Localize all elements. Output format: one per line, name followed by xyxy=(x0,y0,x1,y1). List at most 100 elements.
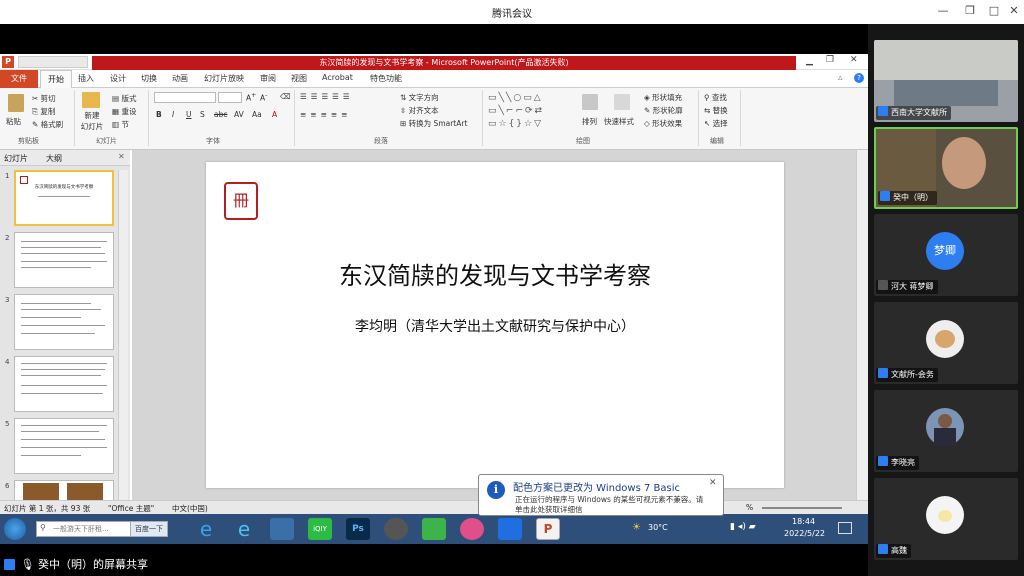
zoom-slider[interactable] xyxy=(762,507,842,509)
slide-thumbnail-3[interactable] xyxy=(14,294,114,350)
help-icon[interactable]: ? xyxy=(854,73,864,83)
app-icon[interactable] xyxy=(460,518,484,540)
shrink-font-icon[interactable]: A- xyxy=(260,92,267,103)
shadow-icon[interactable]: S xyxy=(200,110,205,119)
thumb-title: 东汉简牍的发现与文书学考察 xyxy=(34,185,94,190)
grow-font-icon[interactable]: A+ xyxy=(246,92,256,103)
start-button[interactable] xyxy=(4,518,26,540)
new-slide-button[interactable]: 新建 幻灯片 xyxy=(78,110,106,132)
smartart-button[interactable]: ⊞ 转换为 SmartArt xyxy=(400,118,467,129)
tab-animations[interactable]: 动画 xyxy=(172,73,188,84)
tab-view[interactable]: 视图 xyxy=(291,73,307,84)
char-spacing-icon[interactable]: AV xyxy=(234,110,244,119)
slide-thumbnail-4[interactable] xyxy=(14,356,114,412)
align-text-button[interactable]: ⇳ 对齐文本 xyxy=(400,105,439,116)
close-button[interactable]: ✕ xyxy=(1006,4,1022,17)
tray-icons[interactable]: ▮ ◂) ▰ xyxy=(730,522,756,532)
tab-insert[interactable]: 插入 xyxy=(78,73,94,84)
tab-design[interactable]: 设计 xyxy=(110,73,126,84)
find-button[interactable]: ⚲ 查找 xyxy=(704,92,727,103)
text-direction-button[interactable]: ⇅ 文字方向 xyxy=(400,92,439,103)
tab-outline[interactable]: 大纲 xyxy=(46,153,62,164)
tab-features[interactable]: 特色功能 xyxy=(370,73,402,84)
reset-button[interactable]: ▦ 重设 xyxy=(112,106,136,117)
slide-thumbnail-2[interactable] xyxy=(14,232,114,288)
thumbnail-scrollbar[interactable] xyxy=(118,170,128,500)
quick-styles-icon[interactable] xyxy=(614,94,630,110)
replace-button[interactable]: ⇆ 替换 xyxy=(704,105,728,116)
participant-tile[interactable]: 李晓亮 xyxy=(874,390,1018,472)
slide-thumbnail-1[interactable]: 东汉简牍的发现与文书学考察 xyxy=(14,170,114,226)
tab-file[interactable]: 文件 xyxy=(0,70,38,88)
italic-icon[interactable]: I xyxy=(172,110,174,119)
photoshop-icon[interactable]: Ps xyxy=(346,518,370,540)
restore-button[interactable]: ❐ xyxy=(962,4,978,17)
player-icon[interactable] xyxy=(422,518,446,540)
tab-transitions[interactable]: 切换 xyxy=(141,73,157,84)
notification-balloon[interactable]: i 配色方案已更改为 Windows 7 Basic ✕ 正在运行的程序与 Wi… xyxy=(478,474,724,516)
strikethrough-icon[interactable]: abc xyxy=(214,110,227,119)
close-panel-icon[interactable]: ✕ xyxy=(118,152,125,161)
participant-tile[interactable]: 梦卿 河大 蒋梦卿 xyxy=(874,214,1018,296)
quick-styles-button[interactable]: 快速样式 xyxy=(604,116,634,127)
participant-tile[interactable]: 西南大学文献所 xyxy=(874,40,1018,122)
media-player-icon[interactable] xyxy=(384,518,408,540)
paste-button[interactable]: 粘贴 xyxy=(6,116,21,127)
list-buttons-icon[interactable]: ☰☰☰☰☰ xyxy=(300,92,354,101)
shape-fill-button[interactable]: ◈ 形状填充 xyxy=(644,92,682,103)
format-painter-button[interactable]: ✎ 格式刷 xyxy=(32,119,63,130)
participant-label: 癸中（明） xyxy=(878,191,937,205)
arrange-icon[interactable] xyxy=(582,94,598,110)
video-speaker-face xyxy=(942,137,986,189)
browser-icon[interactable]: e xyxy=(232,518,256,540)
underline-icon[interactable]: U xyxy=(186,110,192,119)
copy-button[interactable]: ⎘ 复制 xyxy=(32,106,55,117)
shape-outline-button[interactable]: ✎ 形状轮廓 xyxy=(644,105,683,116)
tab-slides[interactable]: 幻灯片 xyxy=(4,153,28,164)
current-slide[interactable]: 冊 东汉简牍的发现与文书学考察 李均明（清华大学出土文献研究与保护中心） xyxy=(206,162,784,488)
participant-tile[interactable]: 文献所-会务 xyxy=(874,302,1018,384)
section-button[interactable]: ▥ 节 xyxy=(112,119,129,130)
paste-icon[interactable] xyxy=(8,94,24,112)
minimize-button[interactable]: — xyxy=(935,4,951,17)
iqiyi-icon[interactable]: iQIY xyxy=(308,518,332,540)
arrange-button[interactable]: 排列 xyxy=(582,116,597,127)
font-size-select[interactable] xyxy=(218,92,242,103)
shapes-gallery[interactable]: ▭╲╲○▭△ ▭╲⌐⌐⟳⇄ ▭☆{}☆▽ xyxy=(488,92,578,132)
tab-review[interactable]: 审阅 xyxy=(260,73,276,84)
font-name-select[interactable] xyxy=(154,92,216,103)
participant-tile[interactable]: 高魏 xyxy=(874,478,1018,560)
select-button[interactable]: ↖ 选择 xyxy=(704,118,728,129)
search-button[interactable]: 百度一下 xyxy=(130,521,168,537)
pen-icon: ✎ xyxy=(644,106,653,115)
cut-button[interactable]: ✂ 剪切 xyxy=(32,93,56,104)
ie-icon[interactable]: e xyxy=(194,518,218,540)
bold-icon[interactable]: B xyxy=(156,110,162,119)
ppt-restore-icon[interactable]: ❐ xyxy=(826,55,834,65)
maximize-button[interactable]: □ xyxy=(986,4,1002,17)
explorer-icon[interactable] xyxy=(270,518,294,540)
notification-icon[interactable] xyxy=(838,522,852,534)
slide-thumbnail-5[interactable] xyxy=(14,418,114,474)
align-buttons-icon[interactable]: ≡≡≡≡≡ xyxy=(300,110,351,119)
ppt-close-icon[interactable]: ✕ xyxy=(850,55,858,65)
change-case-icon[interactable]: Aa xyxy=(252,110,262,119)
tencent-meeting-icon[interactable] xyxy=(498,518,522,540)
balloon-close-icon[interactable]: ✕ xyxy=(709,478,717,488)
tab-acrobat[interactable]: Acrobat xyxy=(322,73,353,82)
tab-home[interactable]: 开始 xyxy=(40,70,72,88)
participant-tile-speaking[interactable]: 癸中（明） xyxy=(874,127,1018,209)
shape-effects-button[interactable]: ◇ 形状效果 xyxy=(644,118,682,129)
layout-label: 版式 xyxy=(121,94,137,103)
tab-slideshow[interactable]: 幻灯片放映 xyxy=(204,73,244,84)
group-editing-label: 编辑 xyxy=(710,137,724,145)
font-color-icon[interactable]: A xyxy=(272,110,277,119)
powerpoint-taskbar-icon[interactable]: P xyxy=(536,518,560,540)
layout-button[interactable]: ▤ 版式 xyxy=(112,93,136,104)
ppt-minimize-icon[interactable]: ▁ xyxy=(806,56,813,66)
vertical-scrollbar[interactable] xyxy=(856,150,868,504)
collapse-ribbon-icon[interactable]: ▵ xyxy=(838,73,843,83)
clear-format-icon[interactable]: ⌫ xyxy=(280,92,291,101)
new-slide-icon[interactable] xyxy=(82,92,100,108)
quick-access-toolbar[interactable] xyxy=(18,56,88,68)
